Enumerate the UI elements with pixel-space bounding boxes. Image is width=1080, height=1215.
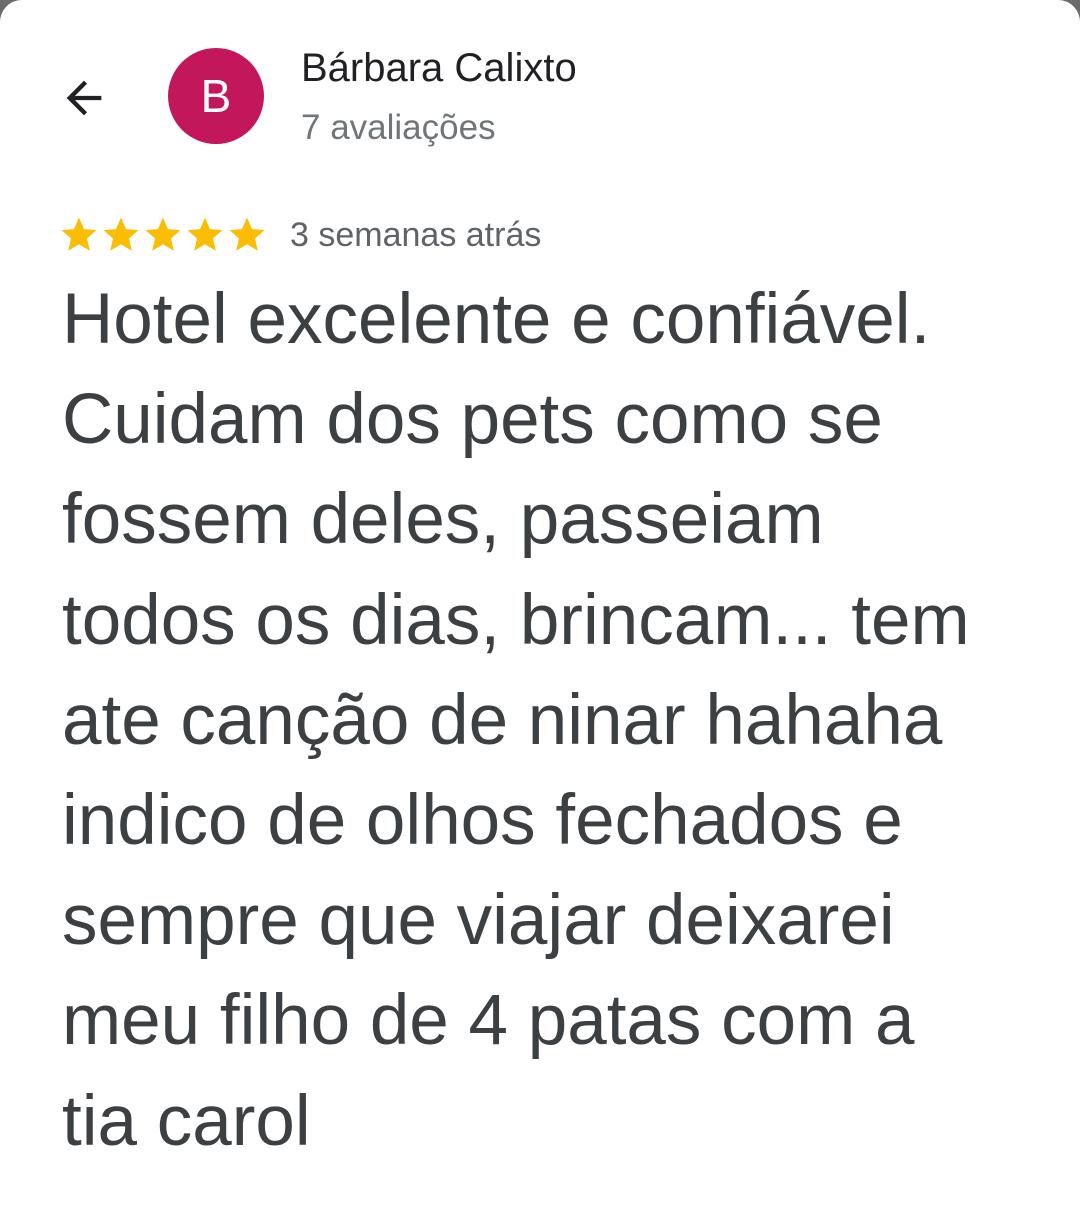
star-icon: [61, 217, 97, 251]
review-card: B Bárbara Calixto 7 avaliações 3 semanas…: [0, 0, 1080, 1215]
avatar[interactable]: B: [168, 48, 264, 144]
star-icon: [187, 217, 223, 251]
review-count: 7 avaliações: [301, 108, 496, 147]
star-icon: [229, 217, 265, 251]
star-rating: [58, 214, 268, 256]
star-icon: [103, 217, 139, 251]
back-button[interactable]: [56, 70, 112, 126]
review-date: 3 semanas atrás: [290, 215, 542, 254]
review-text: Hotel excelente e confiável. Cuidam dos …: [62, 280, 970, 1161]
arrow-left-icon: [66, 80, 102, 116]
rating-row: 3 semanas atrás: [58, 210, 541, 260]
star-icon: [145, 217, 181, 251]
avatar-letter: B: [200, 70, 232, 122]
reviewer-name[interactable]: Bárbara Calixto: [301, 46, 577, 91]
